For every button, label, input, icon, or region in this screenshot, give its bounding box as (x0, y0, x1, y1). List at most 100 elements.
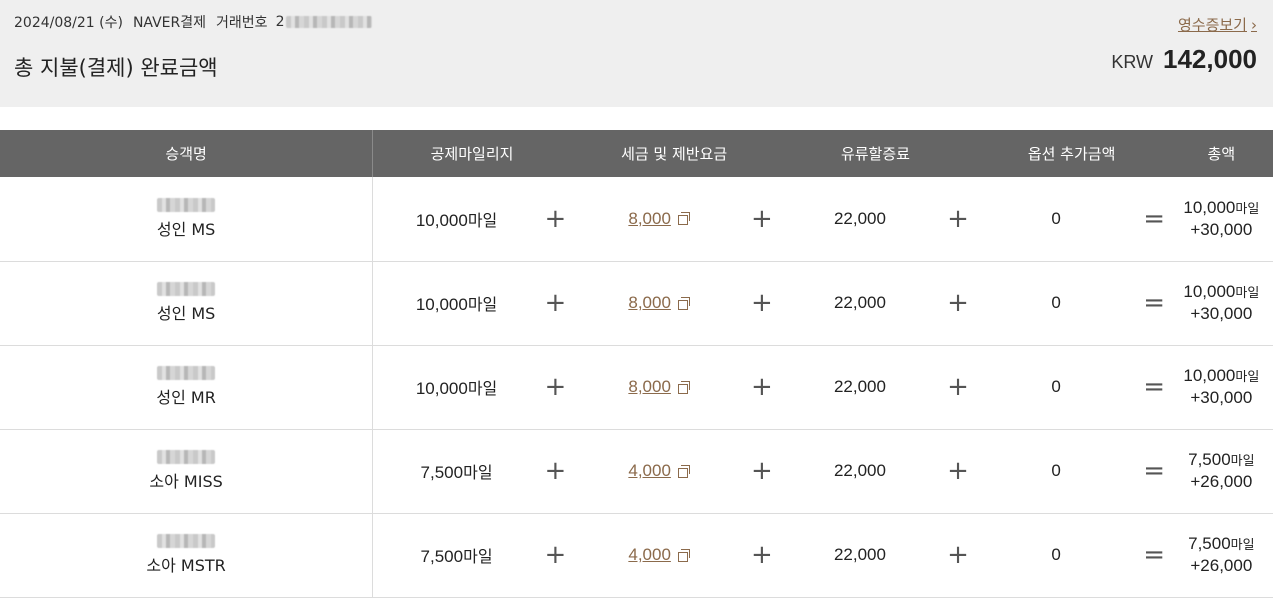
total-miles-value: 10,000 (1183, 366, 1236, 385)
transaction-number-prefix: 2 (275, 14, 285, 30)
plus-cell: + (942, 345, 974, 430)
plus-cell: + (746, 177, 778, 262)
payment-summary: 2024/08/21 (수) NAVER결제 거래번호 2 총 지불(결제) 완… (0, 0, 1273, 107)
plus-cell: + (539, 177, 571, 262)
passenger-type-title: 성인 MR (156, 388, 216, 407)
plus-cell: + (539, 261, 571, 346)
taxes-fees-link[interactable]: 4,000 (628, 545, 690, 565)
taxes-fees-link[interactable]: 8,000 (628, 209, 690, 229)
total-cash-line: +30,000 (1190, 219, 1253, 239)
fuel-surcharge-cell: 22,000 (777, 513, 943, 598)
popup-window-icon[interactable] (677, 464, 690, 478)
total-cell: 10,000마일 +30,000 (1169, 177, 1273, 262)
deducted-miles-value: 7,500 (420, 463, 464, 482)
passenger-type-title: 성인 MS (156, 219, 216, 239)
payment-meta: 2024/08/21 (수) NAVER결제 거래번호 2 (14, 12, 373, 32)
total-miles-unit: 마일 (1230, 454, 1255, 469)
option-amount-value: 0 (1051, 293, 1061, 312)
plus-icon: + (750, 288, 773, 318)
deducted-miles-unit: 마일 (463, 547, 493, 566)
option-amount-cell: 0 (973, 429, 1139, 514)
header-fuel-surcharge: 유류할증료 (777, 130, 974, 177)
equals-cell: = (1138, 429, 1170, 514)
popup-window-icon[interactable] (677, 380, 690, 394)
deducted-miles-value: 10,000 (415, 295, 468, 314)
taxes-fees-link[interactable]: 8,000 (628, 293, 690, 313)
passenger-name-redacted (157, 366, 216, 380)
total-miles-line: 10,000마일 (1170, 198, 1273, 220)
table-row: 성인 MS 10,000마일 + 8,000 + 22,000 + 0 = 10… (0, 177, 1273, 262)
plus-cell: + (942, 513, 974, 598)
popup-window-icon[interactable] (677, 212, 690, 226)
option-amount-cell: 0 (973, 345, 1139, 430)
option-amount-cell: 0 (973, 513, 1139, 598)
total-paid-label: 총 지불(결제) 완료금액 (14, 56, 218, 80)
passenger-name: 소아 MISS (0, 450, 372, 492)
passenger-cell: 성인 MS (0, 261, 374, 346)
option-amount-cell: 0 (973, 261, 1139, 346)
deducted-miles-unit: 마일 (467, 210, 498, 230)
popup-window-icon[interactable] (677, 296, 690, 310)
taxes-fees-value[interactable]: 8,000 (628, 209, 671, 229)
total-cell: 10,000마일 +30,000 (1169, 261, 1273, 346)
deducted-miles-value: 10,000 (415, 210, 468, 230)
plus-cell: + (539, 513, 571, 598)
total-miles-line: 7,500마일 (1170, 534, 1273, 556)
popup-window-icon[interactable] (677, 548, 690, 562)
transaction-number-label: 거래번호 (216, 15, 268, 31)
option-amount-cell: 0 (973, 177, 1139, 262)
taxes-fees-cell: 8,000 (570, 177, 747, 262)
deducted-miles-cell: 10,000마일 (372, 261, 540, 346)
total-cash-line: +26,000 (1190, 556, 1253, 575)
taxes-fees-value[interactable]: 8,000 (628, 293, 671, 313)
option-amount-value: 0 (1051, 377, 1061, 396)
fuel-surcharge-value: 22,000 (833, 461, 886, 480)
passenger-name: 성인 MS (0, 282, 372, 324)
equals-icon: = (1143, 203, 1166, 234)
header-taxes-fees: 세금 및 제반요금 (570, 130, 778, 177)
equals-icon: = (1143, 372, 1166, 402)
total-miles-value: 10,000 (1183, 282, 1236, 301)
taxes-fees-link[interactable]: 4,000 (628, 461, 690, 481)
taxes-fees-link[interactable]: 8,000 (628, 377, 690, 397)
plus-icon: + (750, 456, 773, 486)
plus-cell: + (746, 345, 778, 430)
total-miles-unit: 마일 (1230, 538, 1255, 553)
passenger-name-redacted (157, 450, 216, 464)
deducted-miles-value: 10,000 (415, 379, 468, 398)
payment-method: NAVER결제 (132, 15, 207, 31)
total-cash-line: +30,000 (1190, 388, 1253, 407)
total-amount-value: 142,000 (1163, 44, 1257, 74)
fuel-surcharge-value: 22,000 (833, 208, 886, 228)
passenger-name: 소아 MSTR (0, 534, 372, 576)
option-amount-value: 0 (1051, 208, 1061, 228)
taxes-fees-value[interactable]: 8,000 (628, 377, 671, 397)
table-row: 소아 MISS 7,500마일 + 4,000 + 22,000 + 0 = 7… (0, 429, 1273, 514)
total-amount-currency: KRW (1111, 52, 1154, 72)
passenger-name-redacted (157, 282, 216, 296)
plus-icon: + (750, 203, 773, 234)
plus-icon: + (947, 540, 969, 570)
taxes-fees-value[interactable]: 4,000 (628, 545, 671, 565)
header-passenger: 승객명 (0, 130, 374, 177)
deducted-miles-unit: 마일 (467, 295, 498, 314)
plus-icon: + (947, 203, 969, 234)
passenger-cell: 성인 MS (0, 177, 374, 262)
total-miles-unit: 마일 (1235, 201, 1260, 217)
passenger-name: 성인 MS (0, 197, 372, 240)
equals-icon: = (1143, 456, 1166, 486)
total-miles-unit: 마일 (1235, 370, 1260, 385)
total-cell: 7,500마일 +26,000 (1169, 513, 1273, 598)
taxes-fees-cell: 8,000 (570, 345, 747, 430)
plus-icon: + (750, 372, 773, 402)
fuel-surcharge-cell: 22,000 (777, 177, 943, 262)
header-option-amount: 옵션 추가금액 (973, 130, 1170, 177)
total-cell: 7,500마일 +26,000 (1169, 429, 1273, 514)
passenger-name: 성인 MR (0, 366, 372, 408)
taxes-fees-value[interactable]: 4,000 (628, 461, 671, 481)
plus-icon: + (544, 203, 567, 234)
table-body: 성인 MS 10,000마일 + 8,000 + 22,000 + 0 = 10… (0, 177, 1273, 598)
view-receipt-link[interactable]: 영수증보기 › (1178, 14, 1257, 35)
view-receipt-label[interactable]: 영수증보기 (1178, 14, 1247, 35)
deducted-miles-cell: 7,500마일 (372, 513, 540, 598)
